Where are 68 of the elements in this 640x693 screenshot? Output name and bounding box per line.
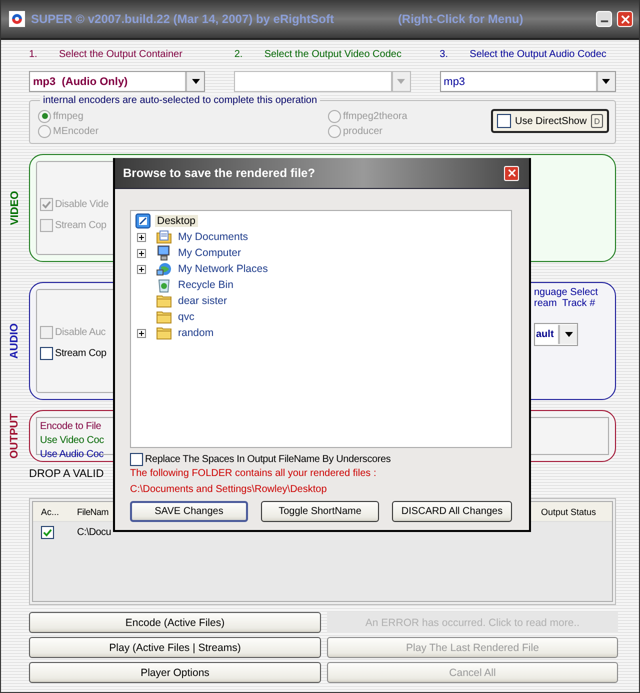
- folder-documents-icon: [156, 229, 172, 245]
- app-logo-icon: [9, 11, 25, 27]
- close-icon: [620, 14, 630, 24]
- folder-icon: [156, 293, 172, 309]
- step-label: Select the Output Video Codec: [264, 49, 402, 62]
- group-legend: nguage Select: [534, 287, 598, 298]
- output-line: Use Audio Coc: [40, 448, 104, 462]
- close-icon: [508, 169, 516, 177]
- track-dropdown[interactable]: ault: [534, 323, 578, 346]
- codec-dropdown[interactable]: mp3 (Audio Only): [29, 71, 206, 92]
- folder-icon: [156, 309, 172, 325]
- step-label: Select the Output Container: [59, 49, 182, 62]
- close-button[interactable]: [504, 166, 519, 180]
- track-label: ream Track #: [534, 298, 596, 309]
- table-cell-text: C:\Docu: [76, 526, 112, 538]
- tree-item[interactable]: Desktop: [155, 215, 198, 227]
- active-checkbox[interactable]: [41, 526, 54, 538]
- expand-icon[interactable]: [137, 248, 146, 258]
- action-button[interactable]: Play (Active Files | Streams): [29, 637, 321, 658]
- checkbox-label: Stream Cop: [55, 220, 106, 231]
- column-header[interactable]: Ac...: [33, 506, 73, 516]
- tree-item[interactable]: My Documents: [176, 231, 250, 243]
- minimize-button[interactable]: [596, 11, 612, 27]
- dialog-button[interactable]: Toggle ShortName: [261, 501, 379, 522]
- dialog-title: Browse to save the rendered file?: [123, 166, 316, 180]
- network-globe-icon: [156, 261, 172, 277]
- tree-item[interactable]: dear sister: [176, 295, 230, 307]
- directshow-toggle[interactable]: Use DirectShow D: [491, 109, 609, 133]
- desktop-icon: [135, 213, 151, 229]
- step-number: 1.: [29, 49, 38, 62]
- section-label: OUTPUT: [9, 413, 21, 459]
- action-button[interactable]: Encode (Active Files): [29, 612, 321, 633]
- action-button[interactable]: Player Options: [29, 662, 321, 683]
- output-line: Encode to File: [40, 420, 102, 434]
- tree-item[interactable]: qvc: [176, 311, 196, 323]
- window-title: SUPER © v2007.build.22 (Mar 14, 2007) by eRightSoft: [31, 12, 334, 26]
- menu-hint: (Right-Click for Menu): [398, 12, 524, 26]
- tree-item[interactable]: My Network Places: [176, 263, 270, 275]
- folder-note: The following FOLDER contains all your rendered files :: [130, 467, 378, 481]
- checkbox-label: Disable Auc: [55, 327, 106, 338]
- option-checkbox[interactable]: [40, 347, 53, 360]
- step-number: 3.: [440, 49, 449, 62]
- drop-hint: DROP A VALID: [29, 468, 104, 480]
- replace-spaces-checkbox[interactable]: [130, 453, 143, 466]
- step-number: 2.: [234, 49, 244, 62]
- expand-icon[interactable]: [137, 328, 146, 338]
- checkbox-label: Stream Cop: [55, 348, 106, 359]
- checkbox-label: Replace The Spaces In Output FileName By Underscores: [145, 454, 391, 465]
- folder-icon: [156, 325, 172, 341]
- dialog-button[interactable]: DISCARD All Changes: [392, 501, 512, 522]
- checkbox-label: Disable Vide: [55, 199, 109, 210]
- section-label: AUDIO: [9, 323, 21, 359]
- output-line: Use Video Coc: [40, 434, 104, 448]
- recycle-bin-icon: [156, 277, 172, 293]
- close-button[interactable]: [617, 11, 633, 27]
- codec-dropdown[interactable]: mp3: [440, 71, 616, 92]
- group-legend: internal encoders are auto-selected to complete this operation: [40, 95, 320, 106]
- tree-item[interactable]: random: [176, 327, 216, 339]
- step-label: Select the Output Audio Codec: [470, 49, 606, 62]
- expand-icon[interactable]: [137, 264, 146, 274]
- computer-icon: [156, 245, 172, 261]
- tree-item[interactable]: Recycle Bin: [176, 279, 236, 291]
- dialog-button[interactable]: SAVE Changes: [130, 501, 248, 522]
- tree-item[interactable]: My Computer: [176, 247, 244, 259]
- folder-path: C:\Documents and Settings\Rowley\Desktop: [130, 483, 328, 497]
- section-label: VIDEO: [9, 190, 21, 226]
- expand-icon[interactable]: [137, 232, 146, 242]
- column-header[interactable]: Output Status: [540, 506, 612, 516]
